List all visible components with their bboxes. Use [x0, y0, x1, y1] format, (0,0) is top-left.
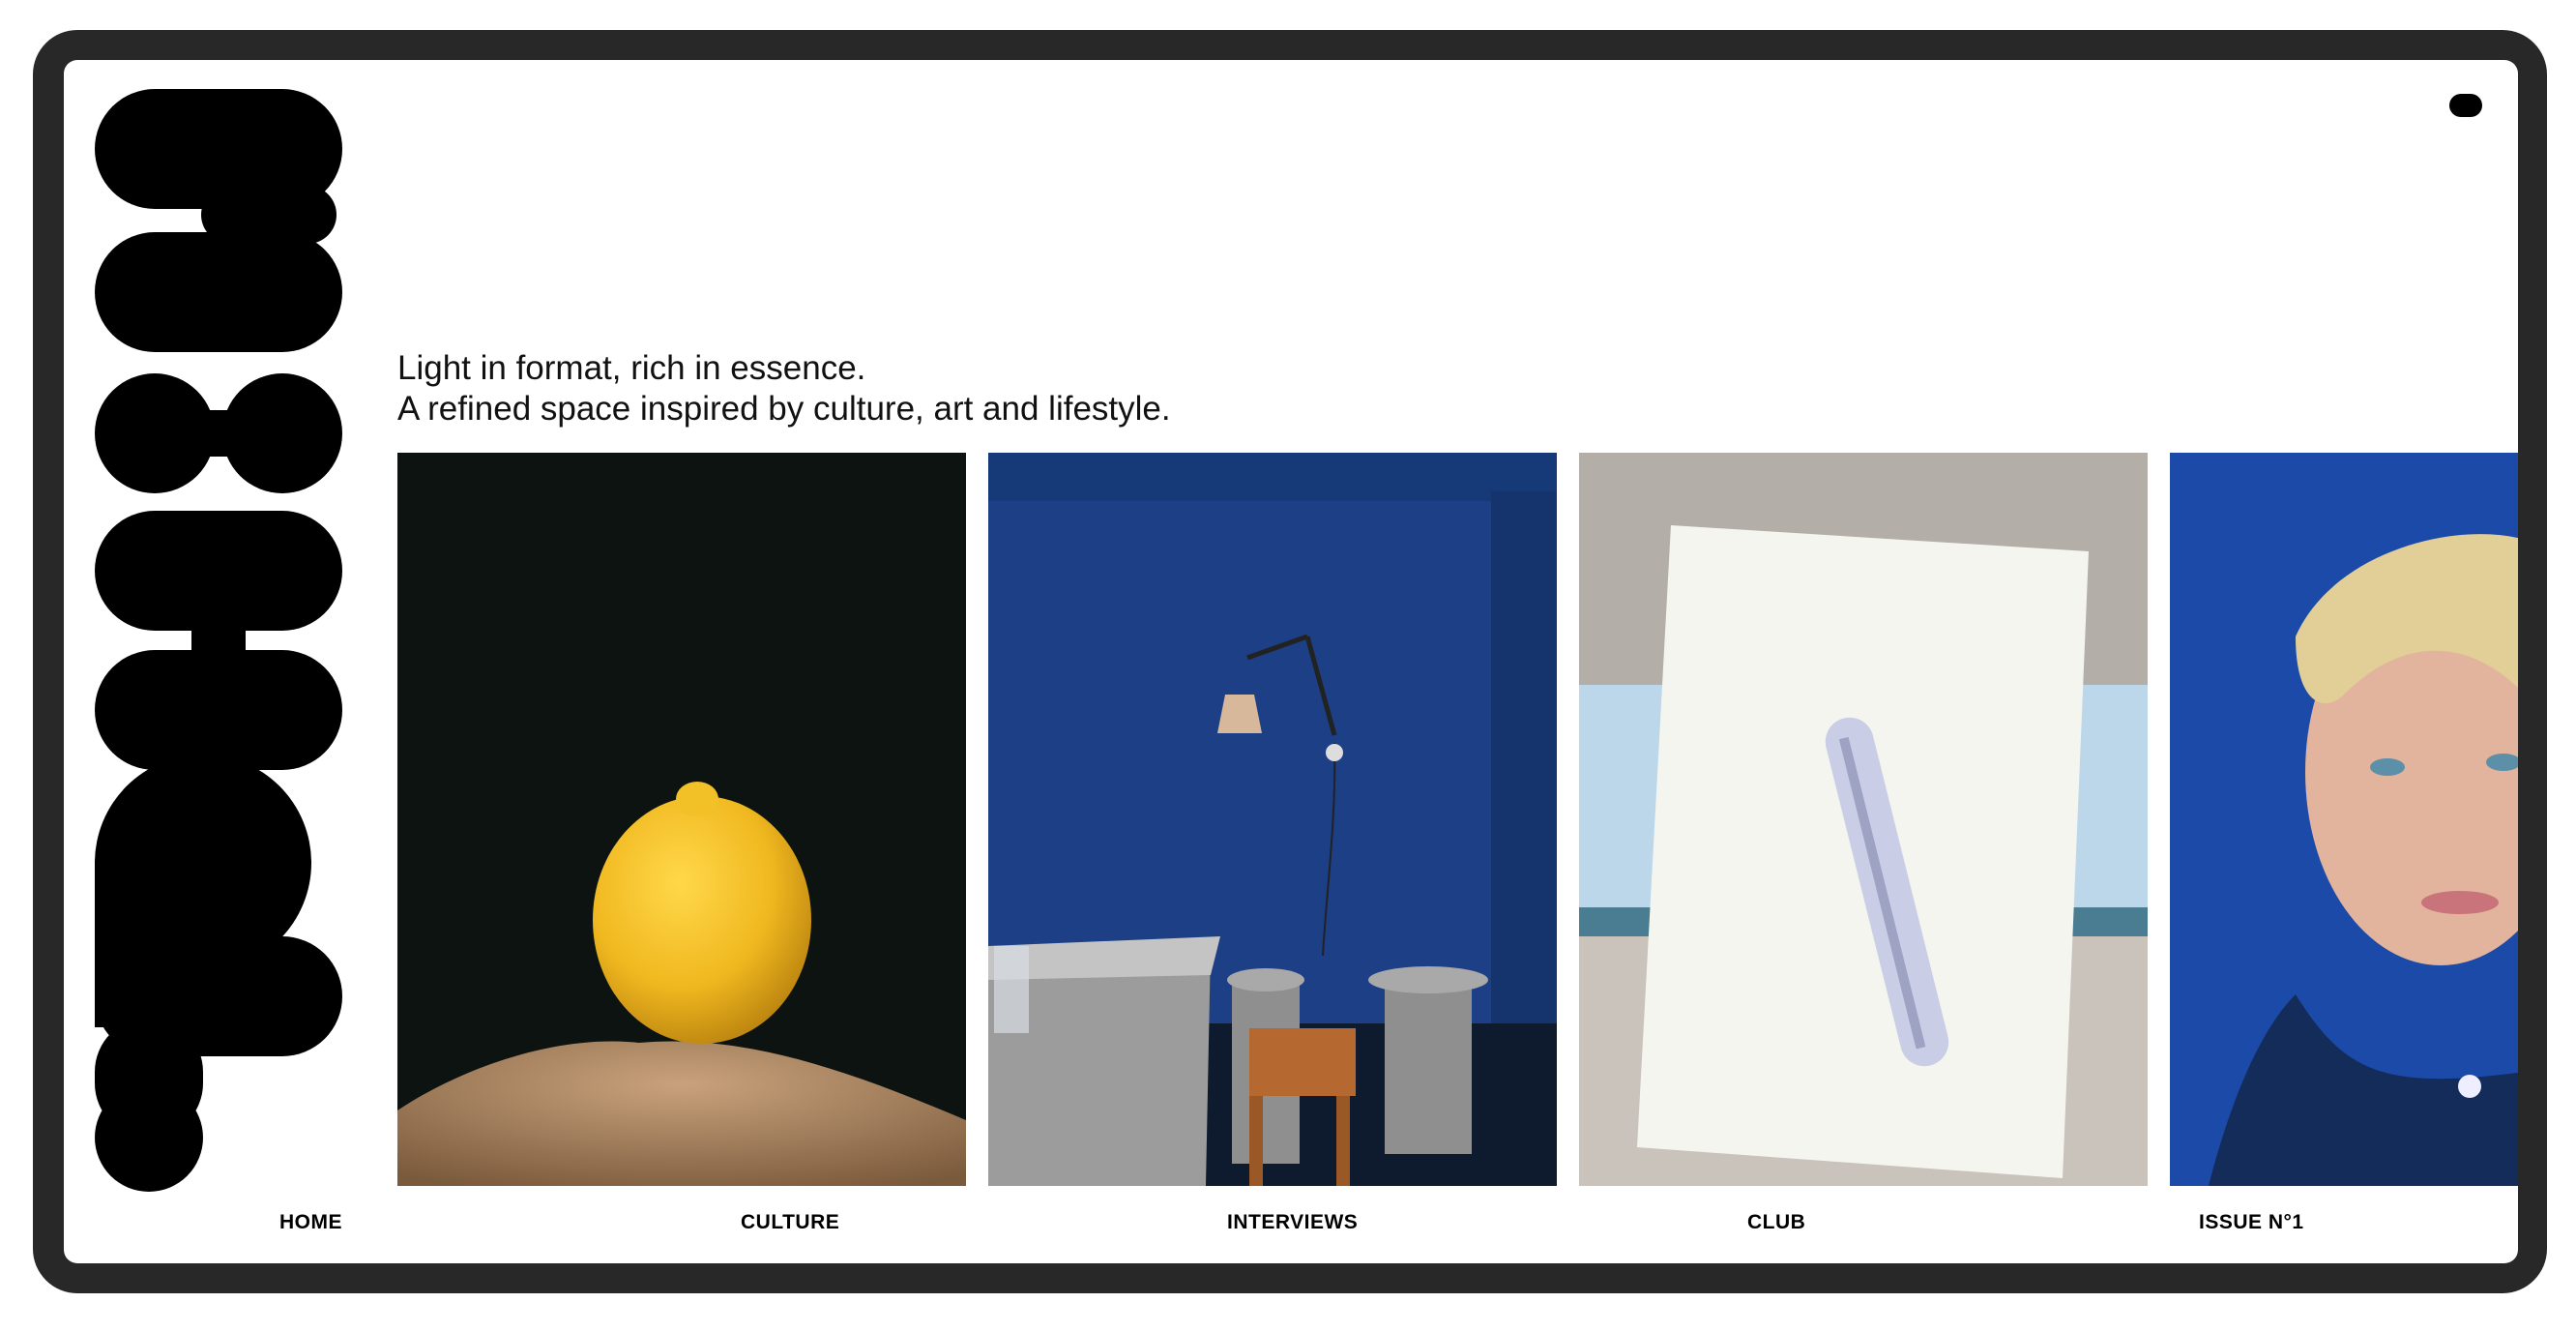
tagline-line-1: Light in format, rich in essence.: [397, 349, 866, 387]
brand-logo[interactable]: [95, 89, 342, 1192]
bottom-navigation: HOME CULTURE INTERVIEWS CLUB ISSUE N°1: [64, 1211, 2518, 1250]
image-gallery: [397, 453, 2518, 1186]
nav-item-home[interactable]: HOME: [279, 1211, 342, 1234]
blond-man-portrait-image: [2170, 453, 2518, 1186]
nav-item-culture[interactable]: CULTURE: [741, 1211, 839, 1234]
tagline: Light in format, rich in essence. A refi…: [397, 348, 1171, 429]
lemon-on-rock-image: [397, 453, 966, 1186]
nav-item-issue-1[interactable]: ISSUE N°1: [2199, 1211, 2304, 1234]
nav-item-interviews[interactable]: INTERVIEWS: [1227, 1211, 1358, 1234]
tagline-line-2: A refined space inspired by culture, art…: [397, 390, 1171, 428]
page-screen: Light in format, rich in essence. A refi…: [64, 60, 2518, 1263]
menu-toggle-button[interactable]: [2449, 94, 2482, 117]
gallery-card-interior[interactable]: [988, 453, 1557, 1186]
gallery-card-portrait[interactable]: [2170, 453, 2518, 1186]
nav-item-club[interactable]: CLUB: [1747, 1211, 1805, 1234]
gallery-card-object[interactable]: [1579, 453, 2148, 1186]
blue-room-lamp-image: [988, 453, 1557, 1186]
gallery-card-lemon[interactable]: [397, 453, 966, 1186]
white-sculpture-poster-image: [1579, 453, 2148, 1186]
